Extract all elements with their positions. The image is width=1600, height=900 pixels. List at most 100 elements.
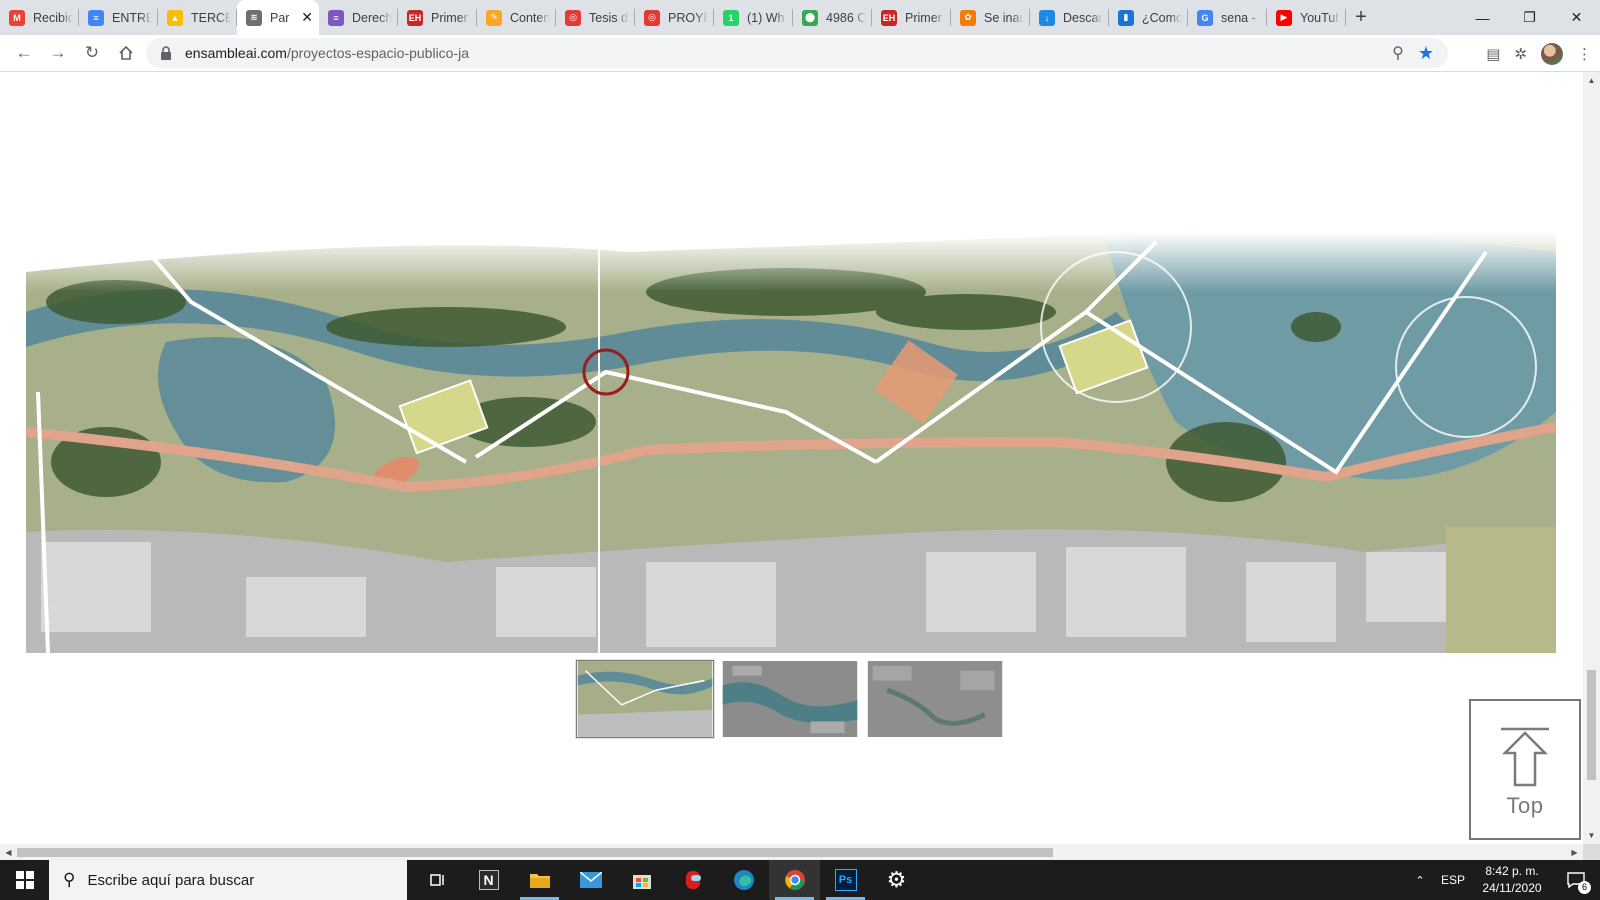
close-window-icon[interactable]: ✕	[1553, 0, 1600, 35]
youtube-icon: ▶	[1276, 9, 1292, 26]
tab-title: ¿Como	[1142, 10, 1182, 25]
clock-time: 8:42 p. m.	[1485, 864, 1539, 878]
browser-tab[interactable]: ▶ YouTub	[1267, 0, 1346, 35]
store-icon[interactable]	[616, 860, 667, 900]
eh-icon: EH	[881, 9, 897, 26]
scroll-up-arrow-icon[interactable]: ▲	[1583, 72, 1600, 89]
address-bar[interactable]: ensambleai.com/proyectos-espacio-publico…	[146, 38, 1448, 68]
vertical-scroll-thumb[interactable]	[1587, 670, 1596, 780]
tray-chevron-icon[interactable]: ⌃	[1406, 874, 1434, 887]
reload-icon[interactable]: ↻	[76, 37, 108, 69]
tab-title: Se inau	[984, 10, 1024, 25]
search-placeholder: Escribe aquí para buscar	[87, 871, 255, 889]
thumbnail-strip	[576, 660, 1004, 738]
thumbnail-aerial-gray[interactable]	[866, 660, 1004, 738]
book-icon: ▮	[1118, 9, 1134, 26]
tab-close-icon[interactable]: ✕	[301, 9, 313, 26]
browser-tab[interactable]: ▲ TERCER	[158, 0, 237, 35]
browser-tab[interactable]: ≡ ENTREV	[79, 0, 158, 35]
arrow-up-icon	[1501, 727, 1549, 787]
windows-taskbar: ⚲ Escribe aquí para buscar N Ps ⚙ ⌃ ESP …	[0, 860, 1600, 900]
site-icon: ≋	[246, 9, 262, 26]
tab-title: PROYEC	[668, 10, 708, 25]
thumbnail-plan[interactable]	[576, 660, 714, 738]
home-icon[interactable]	[110, 37, 142, 69]
browser-tab[interactable]: ✎ Conten	[477, 0, 556, 35]
browser-tab[interactable]: ↓ Descar	[1030, 0, 1109, 35]
tab-title: TERCER	[191, 10, 231, 25]
system-tray: ⌃ ESP 8:42 p. m. 24/11/2020 6	[1406, 860, 1600, 900]
tab-title: Primer	[905, 10, 942, 25]
photoshop-icon[interactable]: Ps	[820, 860, 871, 900]
back-icon[interactable]: ←	[8, 37, 40, 69]
tab-title: (1) Wh	[747, 10, 785, 25]
tab-strip: M Recibid ≡ ENTREV ▲ TERCER ≋ Par ✕ ≡ Derech EH Prim…	[0, 0, 1600, 35]
back-to-top-button[interactable]: Top	[1469, 699, 1581, 840]
task-view-icon[interactable]	[412, 860, 463, 900]
start-button[interactable]	[0, 860, 49, 900]
tab-title: Recibid	[33, 10, 73, 25]
taskbar-search-box[interactable]: ⚲ Escribe aquí para buscar	[49, 860, 407, 900]
horizontal-scrollbar[interactable]: ◀ ▶	[0, 844, 1583, 861]
settings-gear-icon[interactable]: ⚙	[871, 860, 922, 900]
clock[interactable]: 8:42 p. m. 24/11/2020	[1472, 863, 1552, 897]
language-indicator[interactable]: ESP	[1434, 873, 1472, 887]
grid-icon: ✿	[960, 9, 976, 26]
browser-tab[interactable]: Gsena -	[1188, 0, 1267, 35]
browser-tab[interactable]: ⬤ 4986 C	[793, 0, 872, 35]
vertical-scrollbar[interactable]: ▲ ▼	[1583, 72, 1600, 844]
tab-list: M Recibid ≡ ENTREV ▲ TERCER ≋ Par ✕ ≡ Derech EH Prim…	[0, 0, 1346, 35]
browser-tab[interactable]: ◎ PROYEC	[635, 0, 714, 35]
pencil-icon: ✎	[486, 9, 502, 26]
browser-tab[interactable]: M Recibid	[0, 0, 79, 35]
browser-tab[interactable]: ◎ Tesis d	[556, 0, 635, 35]
browser-tab[interactable]: ✿ Se inau	[951, 0, 1030, 35]
restore-icon[interactable]: ❐	[1506, 0, 1553, 35]
minimize-icon[interactable]: —	[1459, 0, 1506, 35]
clock-date: 24/11/2020	[1482, 881, 1542, 895]
scroll-right-arrow-icon[interactable]: ▶	[1566, 844, 1583, 861]
zoom-icon[interactable]: ⚲	[1392, 43, 1404, 63]
lock-icon[interactable]	[160, 46, 172, 60]
reading-list-icon[interactable]: ▤	[1486, 45, 1500, 63]
edge-icon[interactable]	[718, 860, 769, 900]
horizontal-scroll-thumb[interactable]	[17, 848, 1053, 857]
forward-icon[interactable]: →	[42, 37, 74, 69]
top-label: Top	[1506, 793, 1544, 818]
menu-icon[interactable]: ⋮	[1577, 45, 1592, 63]
google-drive-icon: ▲	[167, 9, 183, 26]
scrollbar-corner	[1583, 844, 1600, 861]
browser-tab[interactable]: 1 (1) Wh	[714, 0, 793, 35]
tab-title: Conten	[510, 10, 550, 25]
bookmark-star-icon[interactable]: ★	[1418, 43, 1434, 64]
tab-title: Derech	[352, 10, 392, 25]
profile-avatar[interactable]	[1541, 42, 1563, 65]
tab-title: Primer	[431, 10, 468, 25]
scroll-left-arrow-icon[interactable]: ◀	[0, 844, 17, 861]
notification-center-icon[interactable]: 6	[1552, 860, 1600, 900]
master-plan-image	[26, 232, 1556, 653]
browser-tab[interactable]: ▮ ¿Como	[1109, 0, 1188, 35]
mail-icon[interactable]	[565, 860, 616, 900]
browser-tab[interactable]: ≋ Par ✕	[237, 0, 319, 35]
scroll-down-arrow-icon[interactable]: ▼	[1583, 827, 1600, 844]
gmail-icon: M	[9, 9, 25, 26]
file-explorer-icon[interactable]	[514, 860, 565, 900]
among-us-icon[interactable]	[667, 860, 718, 900]
chrome-icon[interactable]	[769, 860, 820, 900]
target-icon: ◎	[565, 9, 581, 26]
eh-icon: EH	[407, 9, 423, 26]
tab-title: 4986 C	[826, 10, 866, 25]
notion-app-icon[interactable]: N	[463, 860, 514, 900]
download-icon: ↓	[1039, 9, 1055, 26]
browser-tab[interactable]: ≡ Derech	[319, 0, 398, 35]
tab-title: sena -	[1221, 10, 1256, 25]
tab-title: Descar	[1063, 10, 1103, 25]
thumbnail-aerial-color[interactable]	[721, 660, 859, 738]
url-path: /proyectos-espacio-publico-ja	[286, 45, 470, 61]
browser-tab[interactable]: EH Primer	[398, 0, 477, 35]
new-tab-button[interactable]: +	[1346, 0, 1376, 35]
extensions-icon[interactable]: ✲	[1514, 45, 1527, 63]
browser-tab[interactable]: EH Primer	[872, 0, 951, 35]
search-icon: ⚲	[63, 870, 76, 889]
